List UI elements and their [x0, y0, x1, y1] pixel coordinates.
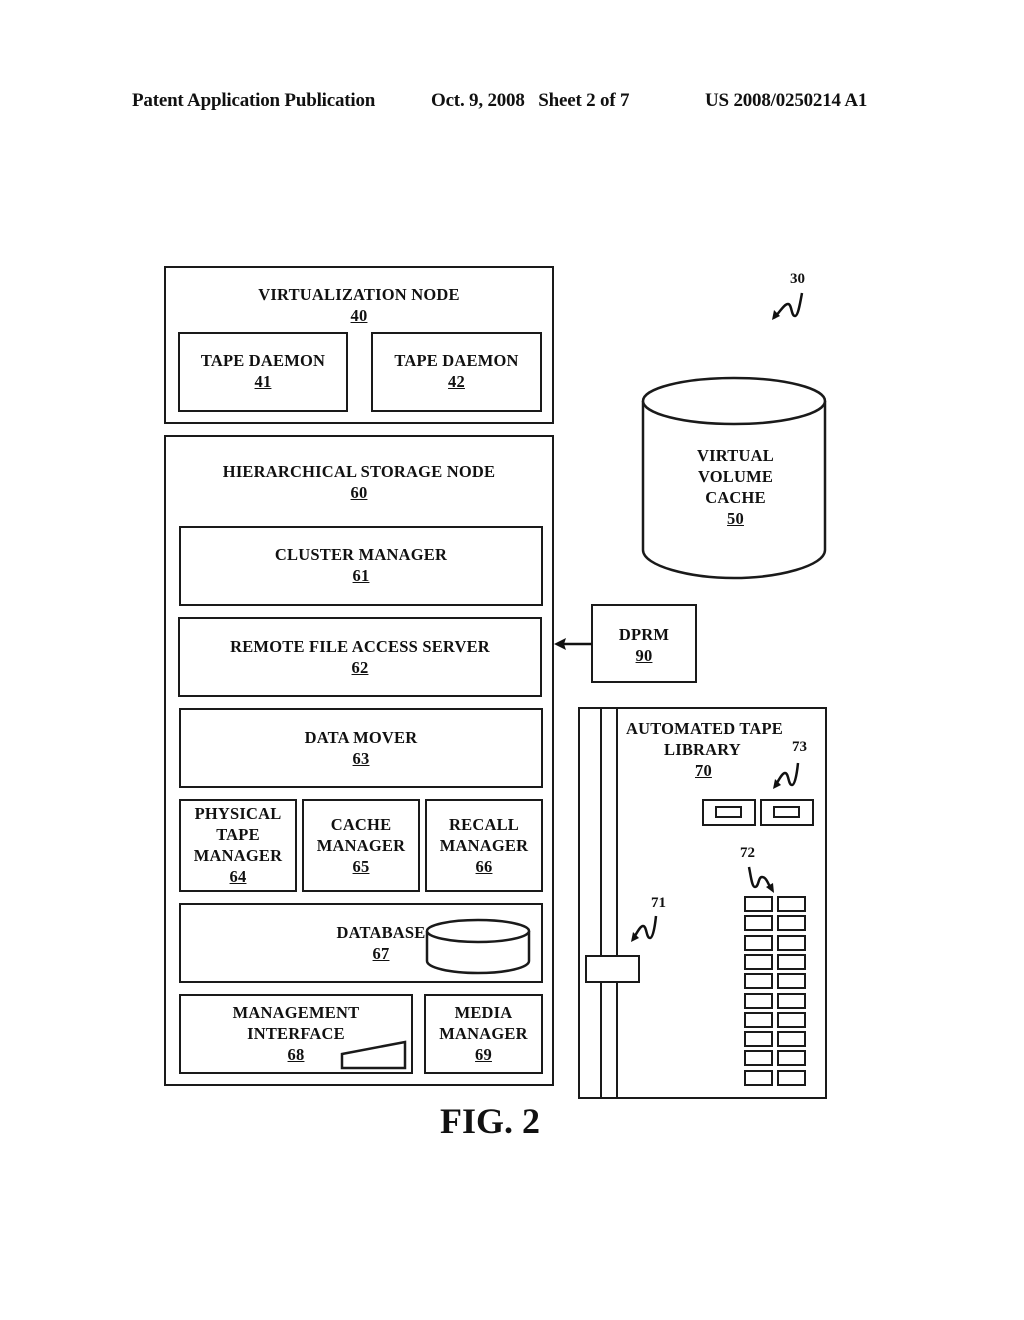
media-manager: MEDIA MANAGER 69 — [424, 994, 543, 1074]
data-mover: DATA MOVER 63 — [179, 708, 543, 788]
tape-slot — [744, 1050, 773, 1067]
remote-file-access-num: 62 — [351, 658, 369, 677]
cache-manager-line-1: CACHE — [330, 815, 392, 834]
automated-tape-library: AUTOMATED TAPE LIBRARY 70 73 72 71 — [578, 707, 827, 1099]
tape-drive — [760, 799, 814, 826]
tape-slot — [744, 934, 773, 951]
dprm-title: DPRM — [618, 625, 670, 644]
remote-file-access-title: REMOTE FILE ACCESS SERVER — [230, 637, 490, 656]
media-manager-line-1: MEDIA — [454, 1003, 513, 1022]
slots-ref-arrow-icon — [747, 866, 774, 893]
cluster-manager-title: CLUSTER MANAGER — [274, 545, 448, 564]
physical-tape-manager-num: 64 — [229, 867, 247, 886]
management-console-icon — [340, 1040, 407, 1070]
hsm-node-num: 60 — [350, 483, 368, 502]
database: DATABASE 67 — [179, 903, 543, 983]
accessor-robot — [585, 955, 640, 983]
tape-daemon-41-num: 41 — [254, 372, 272, 391]
virtualization-node-title: VIRTUALIZATION NODE — [258, 285, 460, 304]
recall-manager-line-2: MANAGER — [439, 836, 529, 855]
cache-line-2: VOLUME — [697, 467, 774, 486]
tape-library-line-2: LIBRARY — [664, 740, 741, 759]
cache-manager-line-2: MANAGER — [316, 836, 406, 855]
tape-slot — [744, 1069, 773, 1086]
cache-line-1: VIRTUAL — [697, 446, 774, 465]
database-title: DATABASE — [336, 923, 426, 942]
tape-daemon-41: TAPE DAEMON 41 — [178, 332, 348, 412]
figure-label: FIG. 2 — [439, 1101, 540, 1141]
cache-manager: CACHE MANAGER 65 — [302, 799, 420, 892]
accessor-ref-label: 71 — [651, 895, 666, 911]
accessor-rail-right — [616, 709, 618, 1097]
tape-slot — [744, 953, 773, 970]
system-ref-arrow-icon — [772, 292, 804, 320]
virtualization-node-num: 40 — [350, 306, 368, 325]
remote-file-access-server: REMOTE FILE ACCESS SERVER 62 — [178, 617, 542, 697]
accessor-ref-arrow-icon — [631, 915, 658, 942]
dprm: DPRM 90 — [591, 604, 697, 683]
tape-slot — [777, 934, 806, 951]
slots-ref-label: 72 — [740, 845, 755, 861]
tape-slot — [777, 1011, 806, 1028]
tape-slot — [744, 1031, 773, 1048]
data-mover-num: 63 — [352, 749, 370, 768]
management-interface-line-1: MANAGEMENT — [232, 1003, 360, 1022]
tape-slot — [744, 915, 773, 932]
cache-manager-num: 65 — [352, 857, 370, 876]
physical-tape-manager-line-1: PHYSICAL — [194, 804, 282, 823]
tape-slot — [777, 953, 806, 970]
data-mover-title: DATA MOVER — [304, 728, 418, 747]
virtual-volume-cache: VIRTUAL VOLUME CACHE 50 — [643, 445, 828, 529]
tape-slot — [744, 992, 773, 1009]
tape-library-line-1: AUTOMATED TAPE — [626, 719, 783, 738]
header-publication: Patent Application Publication — [132, 90, 376, 111]
cluster-manager: CLUSTER MANAGER 61 — [179, 526, 543, 606]
tape-drive-slot — [715, 806, 742, 818]
tape-slot — [744, 1011, 773, 1028]
cache-num: 50 — [727, 509, 744, 528]
recall-manager-num: 66 — [475, 857, 493, 876]
tape-slot — [777, 896, 806, 912]
accessor-rail-left — [600, 709, 602, 1097]
dprm-to-hsm-arrow — [554, 638, 592, 650]
management-interface: MANAGEMENT INTERFACE 68 — [179, 994, 413, 1074]
header-patent-number: US 2008/0250214 A1 — [705, 90, 868, 111]
virtualization-node: VIRTUALIZATION NODE 40 TAPE DAEMON 41 TA… — [164, 266, 554, 424]
tape-slot — [777, 915, 806, 932]
tape-slot — [744, 896, 773, 912]
tape-daemon-42-title: TAPE DAEMON — [394, 351, 519, 370]
drives-ref-arrow-icon — [773, 762, 800, 789]
system-ref-label: 30 — [790, 271, 805, 287]
tape-daemon-41-title: TAPE DAEMON — [200, 351, 326, 370]
recall-manager: RECALL MANAGER 66 — [425, 799, 543, 892]
tape-daemon-42-num: 42 — [448, 372, 465, 391]
database-cylinder-icon — [425, 918, 531, 975]
physical-tape-manager-line-2: TAPE — [216, 825, 260, 844]
tape-slot — [777, 1050, 806, 1067]
tape-drive — [702, 799, 756, 826]
cluster-manager-num: 61 — [352, 566, 370, 585]
tape-drive-slot — [773, 806, 800, 818]
tape-daemon-42: TAPE DAEMON 42 — [371, 332, 542, 412]
cache-line-3: CACHE — [705, 488, 766, 507]
media-manager-num: 69 — [475, 1045, 492, 1064]
recall-manager-line-1: RECALL — [449, 815, 519, 834]
media-manager-line-2: MANAGER — [439, 1024, 528, 1043]
physical-tape-manager-line-3: MANAGER — [193, 846, 283, 865]
tape-slot — [744, 973, 773, 990]
header-date-sheet: Oct. 9, 2008 Sheet 2 of 7 — [431, 90, 630, 111]
hierarchical-storage-node: HIERARCHICAL STORAGE NODE 60 CLUSTER MAN… — [164, 435, 554, 1086]
dprm-num: 90 — [635, 646, 653, 665]
tape-slot — [777, 1031, 806, 1048]
tape-slot — [777, 1069, 806, 1086]
drives-ref-label: 73 — [792, 739, 807, 755]
hsm-node-title: HIERARCHICAL STORAGE NODE — [222, 462, 496, 481]
tape-slot — [777, 992, 806, 1009]
tape-slot — [777, 973, 806, 990]
physical-tape-manager: PHYSICAL TAPE MANAGER 64 — [179, 799, 297, 892]
